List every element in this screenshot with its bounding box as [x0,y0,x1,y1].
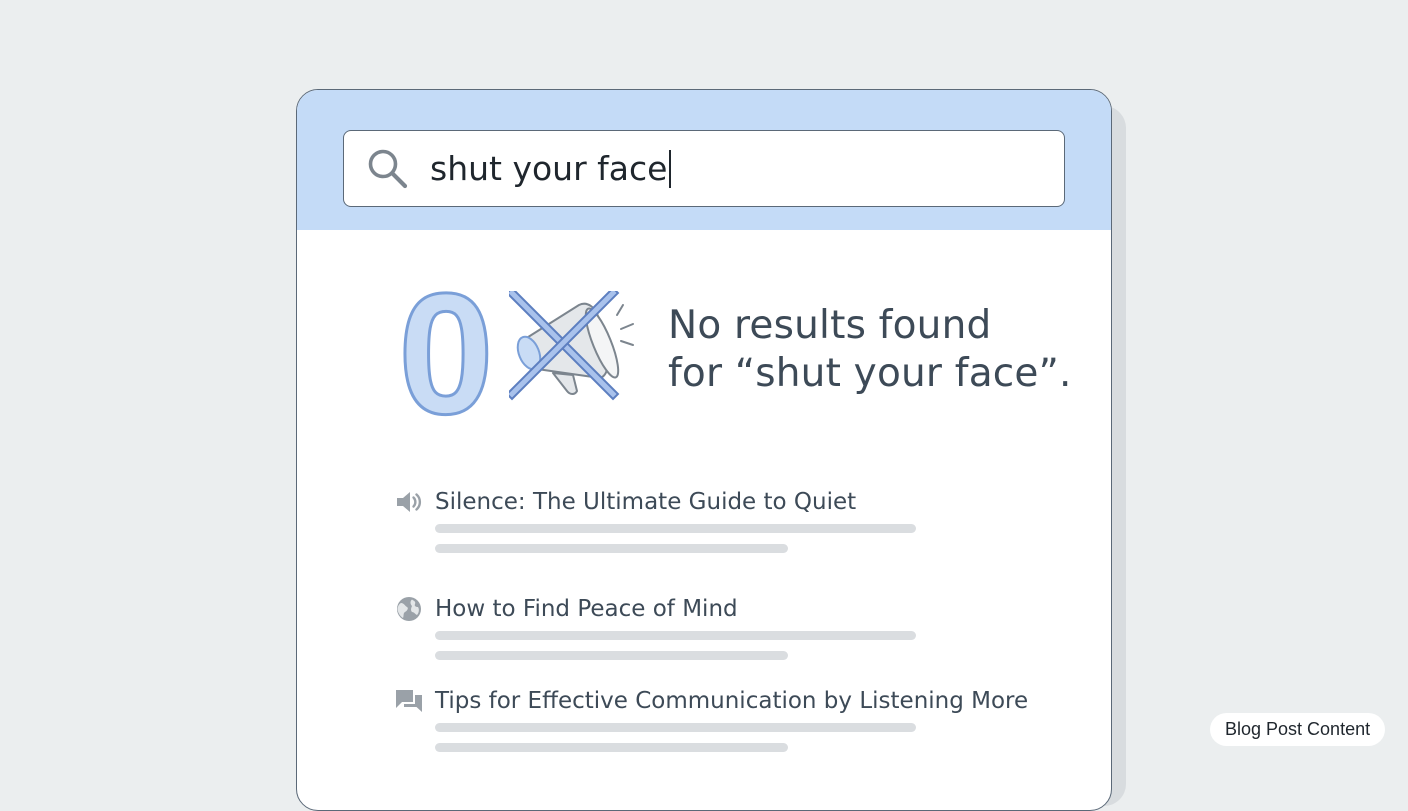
speaker-icon [397,492,422,512]
search-card: 0 No results found for “shut your face”.… [296,89,1112,811]
text-caret [669,150,671,188]
no-results-line1: No results found [668,303,992,348]
no-results-line2: for “shut your face”. [668,351,1072,396]
placeholder-line [435,723,916,732]
suggestion-title[interactable]: Tips for Effective Communication by List… [435,686,1028,716]
search-input[interactable] [430,139,1030,197]
placeholder-line [435,544,788,553]
placeholder-line [435,524,916,533]
search-header [297,90,1111,230]
search-icon[interactable] [366,147,410,191]
caption-badge: Blog Post Content [1210,713,1386,746]
suggestion-title[interactable]: Silence: The Ultimate Guide to Quiet [435,487,856,517]
svg-text:0: 0 [398,286,494,422]
chat-bubbles-icon [396,690,422,712]
placeholder-line [435,631,916,640]
suggestion-title[interactable]: How to Find Peace of Mind [435,594,738,624]
zero-results-count: 0 [397,286,496,422]
globe-icon [397,597,421,621]
muted-megaphone-icon [509,291,634,401]
placeholder-line [435,743,788,752]
search-box[interactable] [343,130,1065,207]
no-results-message: No results found for “shut your face”. [668,302,1088,398]
placeholder-line [435,651,788,660]
